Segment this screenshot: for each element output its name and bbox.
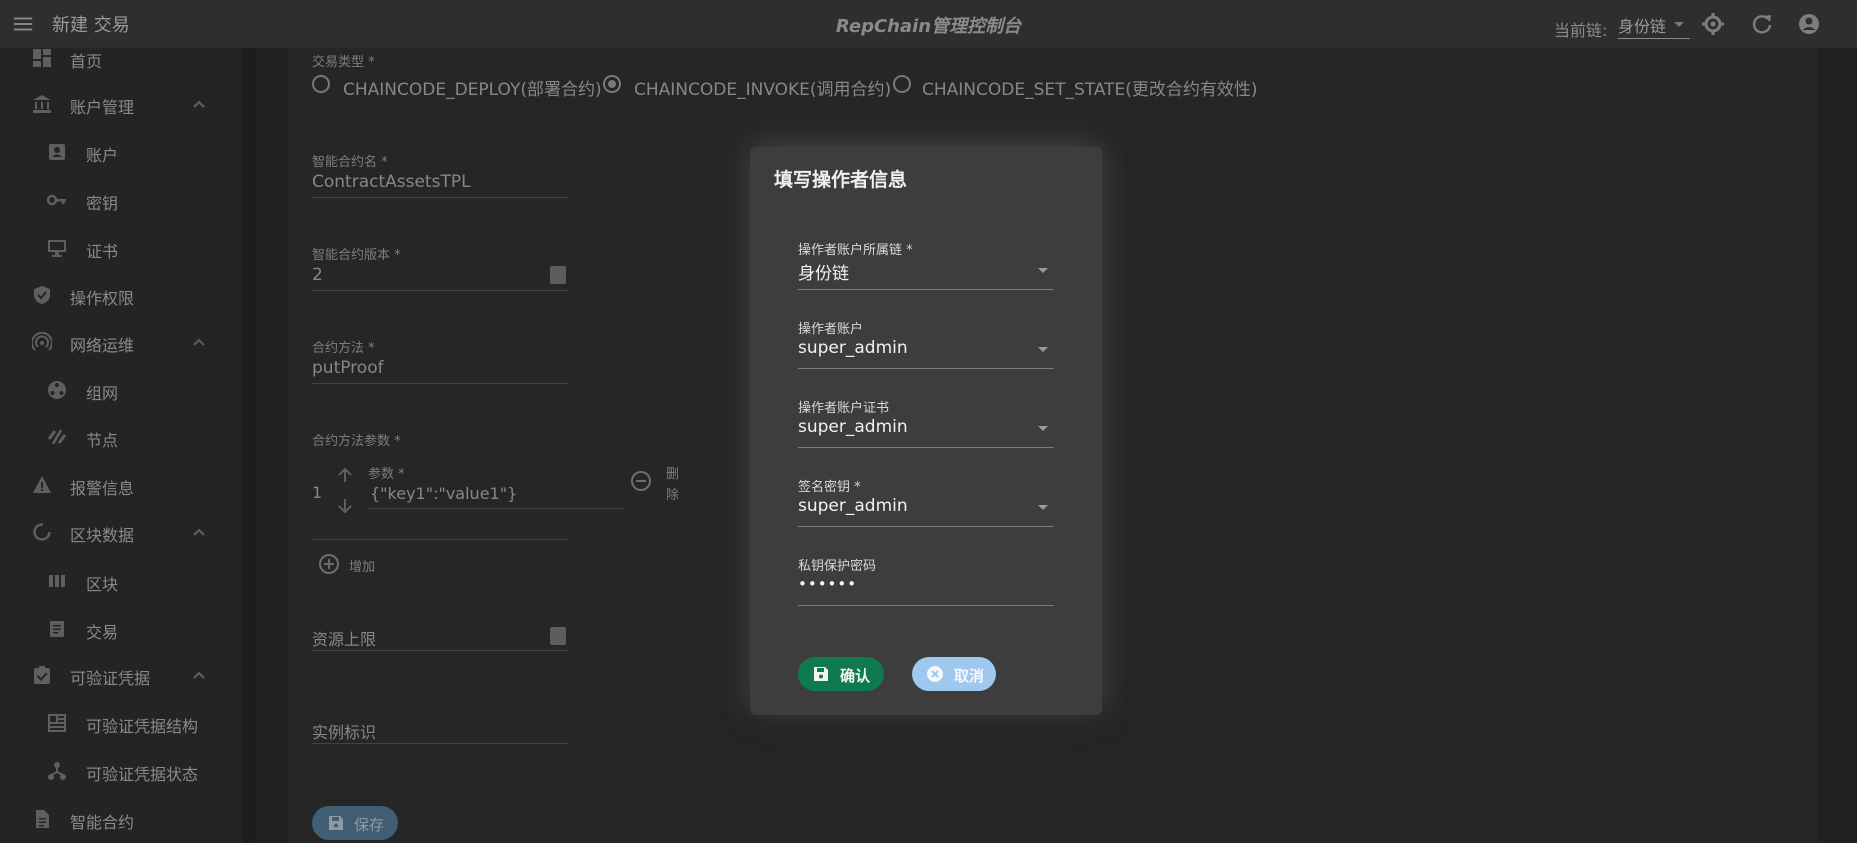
- current-chain-label: 当前链:: [1554, 21, 1608, 40]
- operator-account-select[interactable]: 操作者账户 super_admin: [798, 318, 1054, 369]
- account-circle-icon[interactable]: [1797, 12, 1821, 36]
- operator-account-label: 操作者账户: [798, 322, 864, 337]
- chevron-down-icon: [1038, 426, 1048, 431]
- current-chain-select[interactable]: 身份链: [1618, 10, 1690, 39]
- operator-chain-value: 身份链: [798, 264, 849, 284]
- operator-chain-label: 操作者账户所属链 *: [798, 243, 913, 258]
- chevron-down-icon: [1674, 22, 1684, 27]
- chevron-down-icon: [1038, 347, 1048, 352]
- signing-key-label: 签名密钥 *: [798, 480, 861, 495]
- operator-chain-select[interactable]: 操作者账户所属链 * 身份链: [798, 239, 1054, 290]
- chevron-down-icon: [1038, 505, 1048, 510]
- current-chain-value: 身份链: [1618, 17, 1667, 36]
- operator-certificate-label: 操作者账户证书: [798, 401, 890, 416]
- private-key-password-input[interactable]: 私钥保护密码 ••••••: [798, 555, 1054, 606]
- cancel-circle-icon: [927, 666, 943, 682]
- confirm-label: 确认: [840, 667, 871, 685]
- private-key-password-label: 私钥保护密码: [798, 559, 877, 574]
- signing-key-value: super_admin: [798, 496, 908, 516]
- save-icon: [814, 667, 828, 681]
- operator-certificate-select[interactable]: 操作者账户证书 super_admin: [798, 397, 1054, 448]
- refresh-icon[interactable]: [1750, 12, 1774, 36]
- private-key-password-value: ••••••: [798, 575, 858, 593]
- top-app-bar: 新建 交易 RepChain管理控制台 当前链: 身份链: [0, 0, 1857, 48]
- cancel-label: 取消: [954, 667, 985, 685]
- settings-icon[interactable]: [1701, 12, 1725, 36]
- dialog-title: 填写操作者信息: [774, 169, 908, 191]
- operator-info-dialog: 填写操作者信息 操作者账户所属链 * 身份链 操作者账户 super_admin…: [750, 147, 1102, 715]
- confirm-button[interactable]: 确认: [798, 657, 884, 691]
- chevron-down-icon: [1038, 268, 1048, 273]
- signing-key-select[interactable]: 签名密钥 * super_admin: [798, 476, 1054, 527]
- cancel-button[interactable]: 取消: [912, 657, 996, 691]
- operator-certificate-value: super_admin: [798, 417, 908, 437]
- operator-account-value: super_admin: [798, 338, 908, 358]
